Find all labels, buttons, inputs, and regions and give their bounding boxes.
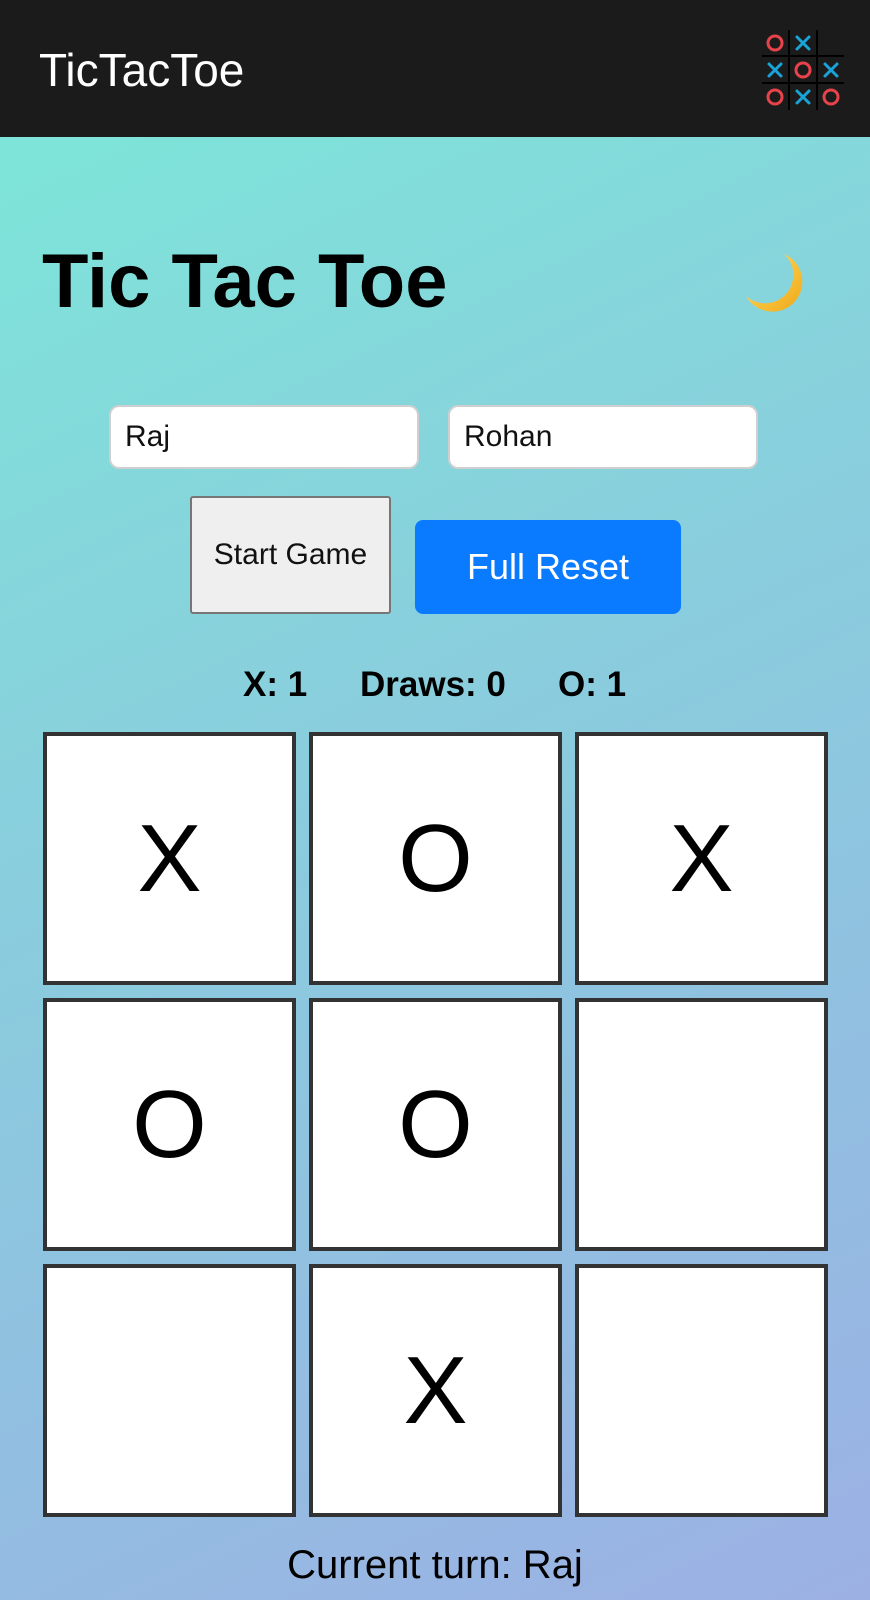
game-board: X O X O O X <box>43 732 828 1517</box>
player2-name-input[interactable] <box>448 405 758 469</box>
app-bar: TicTacToe <box>0 0 870 137</box>
moon-icon[interactable] <box>740 248 810 318</box>
page-title: Tic Tac Toe <box>42 239 448 324</box>
board-cell-6[interactable] <box>575 998 828 1251</box>
score-draws: Draws: 0 <box>360 665 506 704</box>
score-o: O: 1 <box>558 665 627 704</box>
score-x: X: 1 <box>243 665 308 704</box>
full-reset-button[interactable]: Full Reset <box>415 520 681 614</box>
board-cell-3[interactable]: X <box>575 732 828 985</box>
board-cell-1[interactable]: X <box>43 732 296 985</box>
app-title: TicTacToe <box>39 44 245 96</box>
player1-name-input[interactable] <box>109 405 419 469</box>
board-cell-7[interactable] <box>43 1264 296 1517</box>
start-game-button[interactable]: Start Game <box>190 496 391 614</box>
tic-tac-toe-grid-icon <box>762 30 844 110</box>
board-cell-5[interactable]: O <box>309 998 562 1251</box>
board-cell-2[interactable]: O <box>309 732 562 985</box>
scoreboard: X: 1 Draws: 0 O: 1 <box>0 660 870 710</box>
current-turn-status: Current turn: Raj <box>287 1543 583 1587</box>
board-cell-8[interactable]: X <box>309 1264 562 1517</box>
board-cell-4[interactable]: O <box>43 998 296 1251</box>
board-cell-9[interactable] <box>575 1264 828 1517</box>
